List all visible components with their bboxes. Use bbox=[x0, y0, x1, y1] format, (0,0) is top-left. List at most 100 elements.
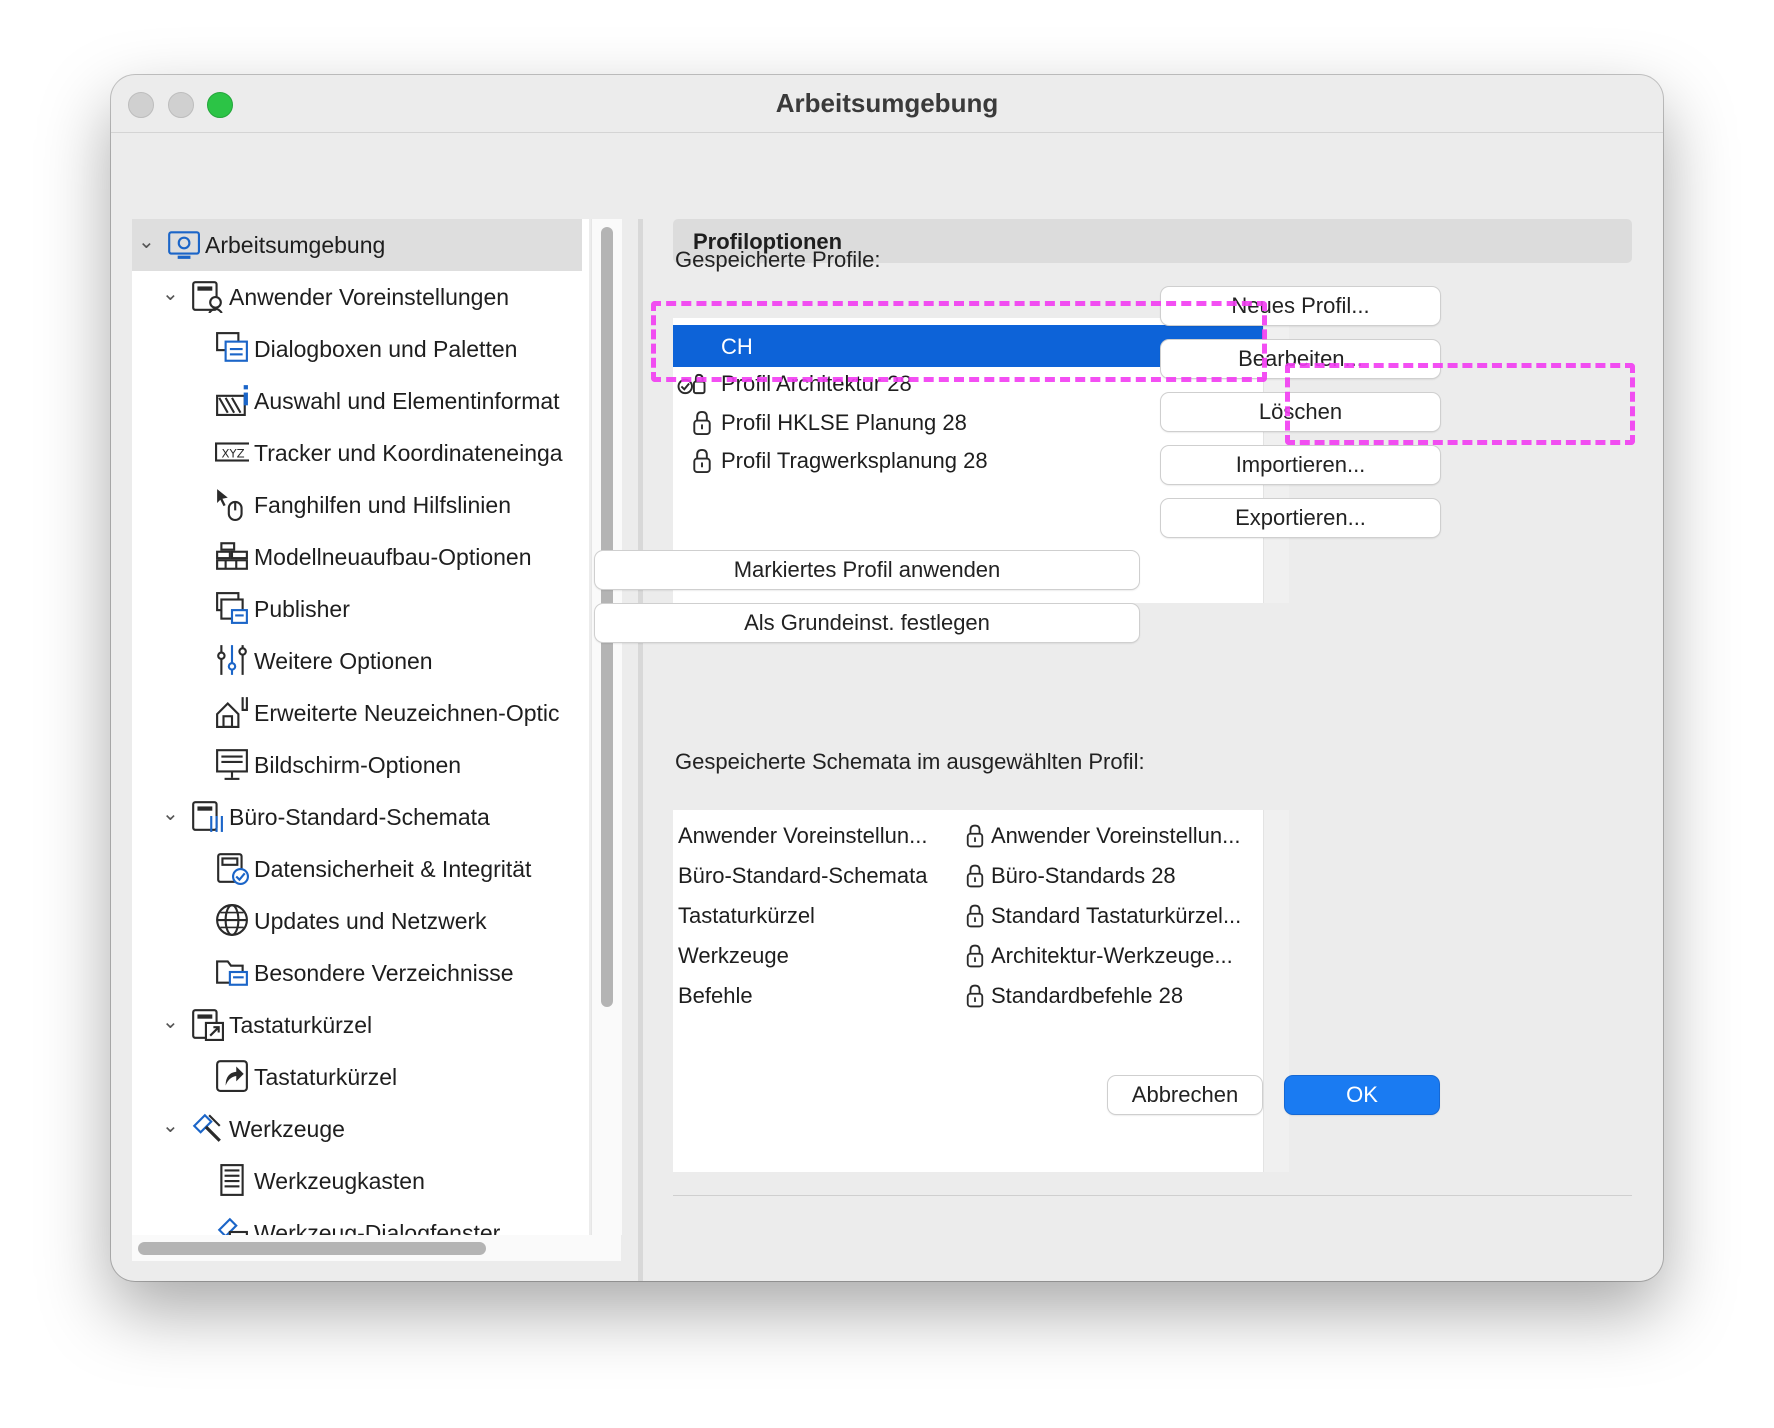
tree-item-6[interactable]: Modellneuaufbau-Optionen bbox=[132, 531, 582, 583]
scheme-row[interactable]: Büro-Standard-Schemata Büro-Standards 28 bbox=[673, 856, 1263, 896]
tree-item-19[interactable]: Werkzeug-Dialogfenster bbox=[132, 1207, 582, 1235]
tree-item-label: Modellneuaufbau-Optionen bbox=[254, 544, 532, 570]
tree-item-label: Tracker und Koordinateneinga bbox=[254, 440, 563, 466]
office-standard-icon bbox=[190, 799, 224, 833]
folder-icon bbox=[215, 955, 249, 989]
lock-icon bbox=[965, 943, 985, 969]
scheme-value: Standardbefehle 28 bbox=[991, 983, 1184, 1008]
highlight-edit-button bbox=[1285, 363, 1635, 445]
profile-label: Profil HKLSE Planung 28 bbox=[721, 410, 967, 435]
tree-item-16[interactable]: Tastaturkürzel bbox=[132, 1051, 582, 1103]
redraw-options-icon bbox=[215, 695, 249, 729]
tree-item-9[interactable]: Erweiterte Neuzeichnen-Optic bbox=[132, 687, 582, 739]
lock-icon bbox=[691, 410, 713, 436]
tree-item-label: Werkzeuge bbox=[229, 1116, 345, 1142]
tree-item-label: Updates und Netzwerk bbox=[254, 908, 487, 934]
scheme-value: Standard Tastaturkürzel... bbox=[991, 903, 1242, 928]
shortcuts-scheme-icon bbox=[190, 1007, 224, 1041]
tree-item-13[interactable]: Updates und Netzwerk bbox=[132, 895, 582, 947]
tree-item-label: Datensicherheit & Integrität bbox=[254, 856, 532, 882]
tree-item-label: Büro-Standard-Schemata bbox=[229, 804, 490, 830]
workspace-icon bbox=[166, 227, 200, 261]
toolbox-icon bbox=[215, 1163, 249, 1197]
tree-item-label: Anwender Voreinstellungen bbox=[229, 284, 510, 310]
tree-item-1[interactable]: ⌄ Anwender Voreinstellungen bbox=[132, 271, 582, 323]
tree-item-5[interactable]: Fanghilfen und Hilfslinien bbox=[132, 479, 582, 531]
preferences-window: Arbeitsumgebung ⌄ Arbeitsumgebung ⌄ Anwende… bbox=[111, 75, 1663, 1281]
tool-dialog-icon bbox=[215, 1215, 249, 1235]
tree-horizontal-scrollbar[interactable] bbox=[132, 1235, 621, 1261]
scheme-row[interactable]: Befehle Standardbefehle 28 bbox=[673, 976, 1263, 1016]
screen-options-icon bbox=[215, 747, 249, 781]
chevron-down-icon[interactable]: ⌄ bbox=[162, 281, 182, 309]
profile-label: Profil Tragwerksplanung 28 bbox=[721, 448, 988, 473]
data-safety-icon bbox=[215, 851, 249, 885]
tree-item-2[interactable]: Dialogboxen und Paletten bbox=[132, 323, 582, 375]
selection-info-icon bbox=[215, 383, 249, 417]
schemes-label: Gespeicherte Schemata im ausgewählten Pr… bbox=[675, 749, 1145, 774]
pane-divider[interactable] bbox=[638, 219, 643, 1281]
tree-item-14[interactable]: Besondere Verzeichnisse bbox=[132, 947, 582, 999]
tree-item-4[interactable]: XYZ Tracker und Koordinateneinga bbox=[132, 427, 582, 479]
ok-button[interactable]: OK bbox=[1285, 1076, 1439, 1114]
tree-item-label: Werkzeug-Dialogfenster bbox=[254, 1220, 501, 1235]
tree-item-10[interactable]: Bildschirm-Optionen bbox=[132, 739, 582, 791]
publisher-icon bbox=[215, 591, 249, 625]
schemes-list[interactable]: Anwender Voreinstellun... Anwender Vorein… bbox=[673, 810, 1289, 1172]
lock-icon bbox=[965, 983, 985, 1009]
tree-item-label: Tastaturkürzel bbox=[254, 1064, 398, 1090]
tree-item-0[interactable]: ⌄ Arbeitsumgebung bbox=[132, 219, 582, 271]
tree-horizontal-scroll-thumb[interactable] bbox=[138, 1242, 486, 1255]
scheme-value: Büro-Standards 28 bbox=[991, 863, 1176, 888]
tree-item-3[interactable]: Auswahl und Elementinformat bbox=[132, 375, 582, 427]
tree-item-label: Tastaturkürzel bbox=[229, 1012, 373, 1038]
import-profile-button[interactable]: Importieren... bbox=[1161, 446, 1440, 484]
scheme-name: Werkzeuge bbox=[678, 943, 789, 968]
lock-icon bbox=[691, 448, 713, 474]
tree-item-label: Publisher bbox=[254, 596, 350, 622]
tree-item-8[interactable]: Weitere Optionen bbox=[132, 635, 582, 687]
tree-item-18[interactable]: Werkzeugkasten bbox=[132, 1155, 582, 1207]
tree-item-15[interactable]: ⌄ Tastaturkürzel bbox=[132, 999, 582, 1051]
tree-item-label: Besondere Verzeichnisse bbox=[254, 960, 514, 986]
globe-icon bbox=[215, 903, 249, 937]
highlight-selected-profile bbox=[651, 301, 1267, 382]
saved-profiles-label: Gespeicherte Profile: bbox=[675, 247, 881, 272]
sliders-icon bbox=[215, 643, 249, 677]
schemes-list-scrollbar[interactable] bbox=[1263, 810, 1289, 1172]
scheme-row[interactable]: Tastaturkürzel Standard Tastaturkürzel... bbox=[673, 896, 1263, 936]
tree-item-label: Arbeitsumgebung bbox=[205, 232, 386, 258]
export-profile-button[interactable]: Exportieren... bbox=[1161, 499, 1440, 537]
cancel-button[interactable]: Abbrechen bbox=[1108, 1076, 1262, 1114]
shortcut-arrow-icon bbox=[215, 1059, 249, 1093]
svg-text:XYZ: XYZ bbox=[222, 446, 245, 460]
scheme-row[interactable]: Werkzeuge Architektur-Werkzeuge... bbox=[673, 936, 1263, 976]
tree-item-12[interactable]: Datensicherheit & Integrität bbox=[132, 843, 582, 895]
scheme-name: Befehle bbox=[678, 983, 753, 1008]
title-bar[interactable]: Arbeitsumgebung bbox=[111, 75, 1663, 133]
tree-item-label: Bildschirm-Optionen bbox=[254, 752, 462, 778]
snap-guides-icon bbox=[215, 487, 249, 521]
chevron-down-icon[interactable]: ⌄ bbox=[162, 1009, 182, 1037]
scheme-name: Büro-Standard-Schemata bbox=[678, 863, 928, 888]
apply-profile-button[interactable]: Markiertes Profil anwenden bbox=[595, 551, 1139, 589]
tree-item-label: Werkzeugkasten bbox=[254, 1168, 425, 1194]
tree-item-7[interactable]: Publisher bbox=[132, 583, 582, 635]
lock-icon bbox=[965, 903, 985, 929]
tree-item-label: Weitere Optionen bbox=[254, 648, 433, 674]
window-title: Arbeitsumgebung bbox=[775, 88, 999, 118]
chevron-down-icon[interactable]: ⌄ bbox=[162, 1113, 182, 1141]
user-preferences-icon bbox=[190, 279, 224, 314]
tree-vertical-scrollbar[interactable] bbox=[591, 219, 622, 1235]
tree-item-label: Erweiterte Neuzeichnen-Optic bbox=[254, 700, 560, 726]
tree-item-11[interactable]: ⌄ Büro-Standard-Schemata bbox=[132, 791, 582, 843]
chevron-down-icon[interactable]: ⌄ bbox=[162, 801, 182, 829]
scheme-row[interactable]: Anwender Voreinstellun... Anwender Vorein… bbox=[673, 816, 1263, 856]
set-default-button[interactable]: Als Grundeinst. festlegen bbox=[595, 604, 1139, 642]
tree-item-17[interactable]: ⌄ Werkzeuge bbox=[132, 1103, 582, 1155]
chevron-down-icon[interactable]: ⌄ bbox=[138, 229, 158, 257]
tools-icon bbox=[190, 1111, 224, 1145]
settings-tree-content: ⌄ Arbeitsumgebung ⌄ Anwender Voreinstellung… bbox=[132, 219, 582, 1235]
settings-tree[interactable]: ⌄ Arbeitsumgebung ⌄ Anwender Voreinstellung… bbox=[132, 219, 589, 1235]
tree-item-label: Fanghilfen und Hilfslinien bbox=[254, 492, 511, 518]
